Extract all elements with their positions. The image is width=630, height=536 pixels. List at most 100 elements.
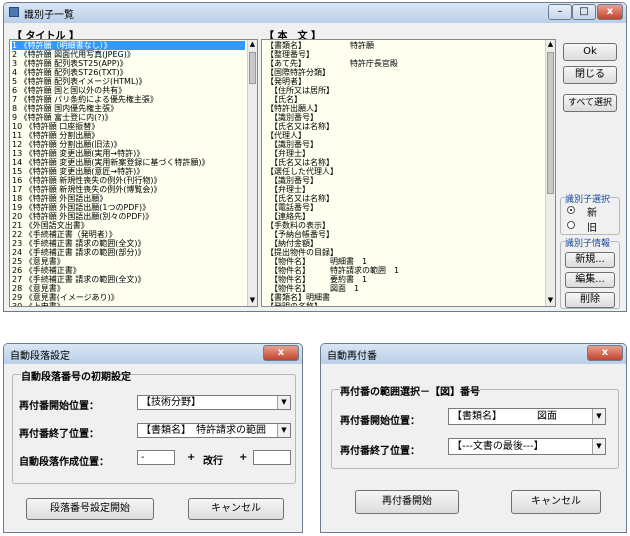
radio-old[interactable] bbox=[567, 221, 575, 229]
plus-sign: + bbox=[187, 452, 196, 463]
list-item[interactable]: 16 《特許願 新規性喪失の例外(刊行物)》 bbox=[12, 176, 245, 185]
list-item[interactable]: 20 《特許願 外国語出願(別々のPDF)》 bbox=[12, 212, 245, 221]
title-bar[interactable]: 自動段落設定 x bbox=[4, 344, 302, 364]
close-dialog-button[interactable]: 閉じる bbox=[563, 66, 617, 84]
close-button[interactable]: x bbox=[263, 345, 299, 361]
identifier-select-group: 識別子選択 新 旧 bbox=[560, 192, 620, 235]
minimize-button[interactable]: – bbox=[548, 4, 572, 20]
list-item[interactable]: 5 《特許願 配列表イメージ(HTML)》 bbox=[12, 77, 245, 86]
list-item[interactable]: 【弁理士】 bbox=[266, 185, 544, 194]
list-item[interactable]: 【整理番号】 bbox=[266, 50, 544, 59]
list-item[interactable]: 【氏名又は名称】 bbox=[266, 122, 544, 131]
edit-button[interactable]: 編集... bbox=[565, 272, 615, 288]
list-item[interactable]: 【識別番号】 bbox=[266, 113, 544, 122]
list-item[interactable]: 13 《特許願 変更出願(実用→特許)》 bbox=[12, 149, 245, 158]
list-item[interactable]: 【書類名】明細書 bbox=[266, 293, 544, 302]
body-list[interactable]: 【書類名】 特許願 【整理番号】 【あて先】 特許庁長官殿 【国際特許分類】 【発明者】… bbox=[261, 39, 556, 307]
list-item[interactable]: 1 《特許願（明細書なし）》 bbox=[12, 41, 245, 50]
radio-new[interactable] bbox=[567, 206, 575, 214]
list-item[interactable]: 22 《手続補正書（発明者）》 bbox=[12, 230, 245, 239]
chevron-down-icon[interactable]: ▼ bbox=[277, 424, 290, 437]
close-button[interactable]: x bbox=[597, 4, 623, 20]
cancel-button[interactable]: キャンセル bbox=[188, 498, 284, 520]
list-item[interactable]: 【氏名又は名称】 bbox=[266, 158, 544, 167]
list-item[interactable]: 【住所又は居所】 bbox=[266, 86, 544, 95]
list-item[interactable]: 11 《特許願 分割出願》 bbox=[12, 131, 245, 140]
cancel-button[interactable]: キャンセル bbox=[511, 490, 601, 514]
list-item[interactable]: 【発明者】 bbox=[266, 77, 544, 86]
list-item[interactable]: 21 《外国語文出書》 bbox=[12, 221, 245, 230]
list-item[interactable]: 【氏名】 bbox=[266, 95, 544, 104]
list-item[interactable]: 7 《特許願 パリ条約による優先権主張》 bbox=[12, 95, 245, 104]
list-item[interactable]: 【提出物件の目録】 bbox=[266, 248, 544, 257]
delete-button[interactable]: 削除 bbox=[565, 292, 615, 308]
list-item[interactable]: 4 《特許願 配列表ST26(TXT)》 bbox=[12, 68, 245, 77]
extra-count-input[interactable] bbox=[253, 450, 291, 465]
list-item[interactable]: 18 《特許願 外国語出願》 bbox=[12, 194, 245, 203]
list-item[interactable]: 24 《手続補正書 請求の範囲(部分)》 bbox=[12, 248, 245, 257]
list-item[interactable]: 【あて先】 特許庁長官殿 bbox=[266, 59, 544, 68]
list-item[interactable]: 【物件名】 要約書 1 bbox=[266, 275, 544, 284]
list-item[interactable]: 3 《特許願 配列表ST25(APP)》 bbox=[12, 59, 245, 68]
start-position-select[interactable]: 【技術分野】 ▼ bbox=[137, 395, 291, 410]
list-item[interactable]: 【国際特許分類】 bbox=[266, 68, 544, 77]
body-list-scrollbar[interactable]: ▲ ▼ bbox=[545, 40, 555, 306]
chevron-down-icon[interactable]: ▼ bbox=[592, 439, 605, 454]
end-position-select[interactable]: 【---文書の最後---】 ▼ bbox=[448, 438, 606, 455]
list-item[interactable]: 14 《特許願 変更出願(実用新案登録に基づく特許願)》 bbox=[12, 158, 245, 167]
window-title: 自動再付番 bbox=[327, 351, 377, 362]
scroll-thumb[interactable] bbox=[547, 52, 554, 194]
start-renumber-button[interactable]: 再付番開始 bbox=[355, 490, 459, 514]
list-item[interactable]: 6 《特許願 国と国以外の共有》 bbox=[12, 86, 245, 95]
list-item[interactable]: 【選任した代理人】 bbox=[266, 167, 544, 176]
list-item[interactable]: 【代理人】 bbox=[266, 131, 544, 140]
list-item[interactable]: 【物件名】 特許請求の範囲 1 bbox=[266, 266, 544, 275]
select-all-button[interactable]: すべて選択 bbox=[563, 94, 617, 112]
list-item[interactable]: 12 《特許願 分割出願(旧法)》 bbox=[12, 140, 245, 149]
list-item[interactable]: 【手数料の表示】 bbox=[266, 221, 544, 230]
list-item[interactable]: 9 《特許願 富士登に内(?)》 bbox=[12, 113, 245, 122]
maximize-button[interactable]: □ bbox=[572, 4, 596, 20]
list-item[interactable]: 【書類名】 特許願 bbox=[266, 41, 544, 50]
list-item[interactable]: 23 《手続補正書 請求の範囲(全文)》 bbox=[12, 239, 245, 248]
list-item[interactable]: 【物件名】 明細書 1 bbox=[266, 257, 544, 266]
chevron-down-icon[interactable]: ▼ bbox=[277, 396, 290, 409]
list-item[interactable]: 2 《特許願 図面代用写真(JPEG)》 bbox=[12, 50, 245, 59]
list-item[interactable]: 【識別番号】 bbox=[266, 140, 544, 149]
list-item[interactable]: 27 《手続補正書 請求の範囲(全文)》 bbox=[12, 275, 245, 284]
list-item[interactable]: 10 《特許願 口座振替》 bbox=[12, 122, 245, 131]
list-item[interactable]: 29 《意見書(イメージあり)》 bbox=[12, 293, 245, 302]
end-position-select[interactable]: 【書類名】 特許請求の範囲 ▼ bbox=[137, 423, 291, 438]
title-list-scrollbar[interactable]: ▲ ▼ bbox=[247, 40, 257, 306]
list-item[interactable]: 【識別番号】 bbox=[266, 176, 544, 185]
chevron-down-icon[interactable]: ▼ bbox=[592, 409, 605, 424]
list-item[interactable]: 8 《特許願 国内優先権主張》 bbox=[12, 104, 245, 113]
list-item[interactable]: 【氏名又は名称】 bbox=[266, 194, 544, 203]
list-item[interactable]: 28 《意見書》 bbox=[12, 284, 245, 293]
create-position-input[interactable]: - bbox=[137, 450, 175, 465]
list-item[interactable]: 25 《意見書》 bbox=[12, 257, 245, 266]
list-item[interactable]: 【特許出願人】 bbox=[266, 104, 544, 113]
ok-button[interactable]: Ok bbox=[563, 43, 617, 61]
list-item[interactable]: 26 《手続補正書》 bbox=[12, 266, 245, 275]
line-break-label: 改行 bbox=[203, 456, 223, 467]
list-item[interactable]: 【予納台帳番号】 bbox=[266, 230, 544, 239]
title-list[interactable]: 1 《特許願（明細書なし）》 2 《特許願 図面代用写真(JPEG)》 3 《特許願… bbox=[9, 39, 258, 307]
list-item[interactable]: 30 《上申書》 bbox=[12, 302, 245, 306]
list-item[interactable]: 【発明の名称】 bbox=[266, 302, 544, 306]
title-bar[interactable]: 自動再付番 x bbox=[321, 344, 626, 364]
list-item[interactable]: 17 《特許願 新規性喪失の例外(博覧会)》 bbox=[12, 185, 245, 194]
list-item[interactable]: 【弁理士】 bbox=[266, 149, 544, 158]
list-item[interactable]: 15 《特許願 変更出願(意匠→特許)》 bbox=[12, 167, 245, 176]
list-item[interactable]: 【納付金額】 bbox=[266, 239, 544, 248]
list-item[interactable]: 【連絡先】 bbox=[266, 212, 544, 221]
scroll-thumb[interactable] bbox=[249, 52, 256, 84]
new-button[interactable]: 新規... bbox=[565, 252, 615, 268]
list-item[interactable]: 【物件名】 図面 1 bbox=[266, 284, 544, 293]
list-item[interactable]: 【電話番号】 bbox=[266, 203, 544, 212]
start-paragraph-numbering-button[interactable]: 段落番号設定開始 bbox=[26, 498, 154, 520]
close-button[interactable]: x bbox=[587, 345, 623, 361]
title-bar[interactable]: 識別子一覧 – □ x bbox=[4, 3, 626, 23]
list-item[interactable]: 19 《特許願 外国語出願(1つのPDF)》 bbox=[12, 203, 245, 212]
start-position-select[interactable]: 【書類名】 図面 ▼ bbox=[448, 408, 606, 425]
